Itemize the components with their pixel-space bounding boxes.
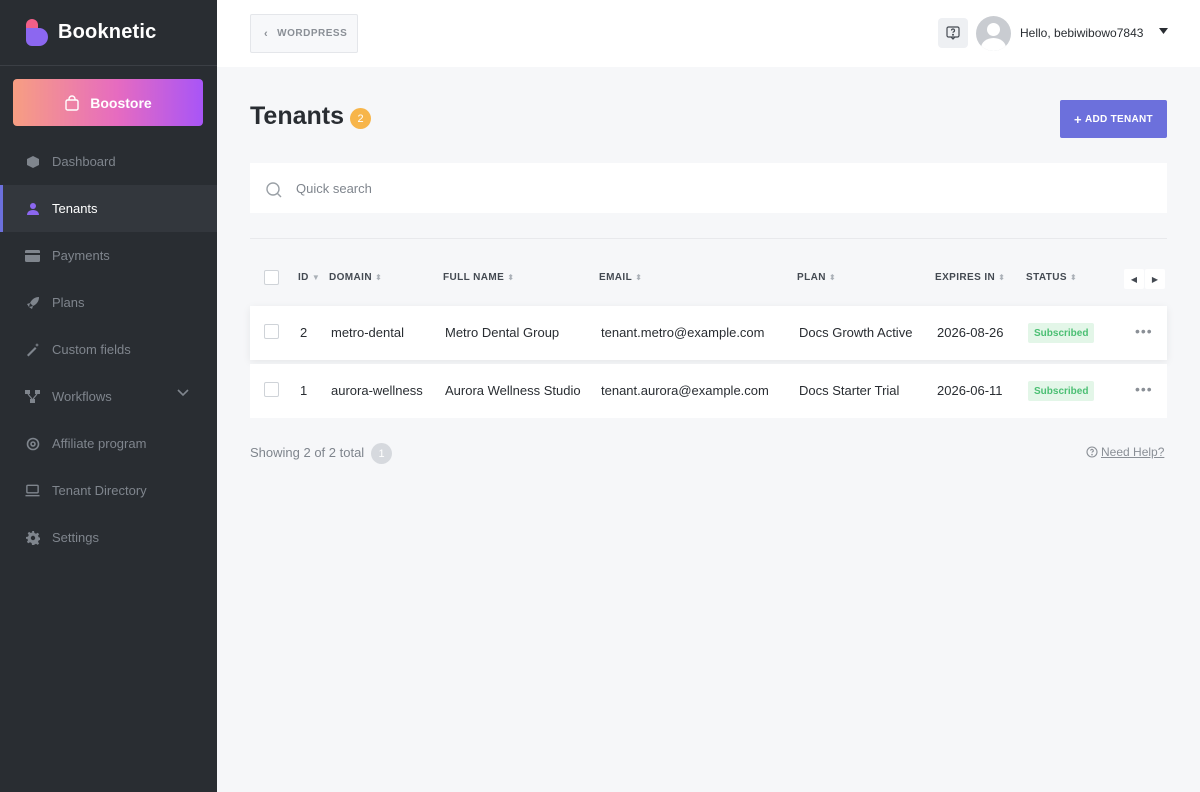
cell-email: tenant.aurora@example.com	[601, 383, 769, 398]
more-actions-icon[interactable]: •••	[1135, 323, 1153, 339]
magic-wand-icon	[25, 342, 40, 357]
row-checkbox[interactable]	[264, 324, 279, 339]
sidebar-item-label: Payments	[52, 248, 110, 263]
brand[interactable]: Booknetic	[0, 0, 217, 66]
table-row[interactable]: 2 metro-dental Metro Dental Group tenant…	[250, 306, 1167, 360]
question-circle-icon	[1086, 446, 1098, 458]
row-checkbox[interactable]	[264, 382, 279, 397]
sidebar: Booknetic Boostore Dashboard Tenants Pay…	[0, 0, 217, 792]
column-header-domain[interactable]: DOMAIN ⬍	[329, 272, 382, 283]
cell-email: tenant.metro@example.com	[601, 325, 765, 340]
need-help-link[interactable]: Need Help?	[1086, 445, 1164, 459]
table-row[interactable]: 1 aurora-wellness Aurora Wellness Studio…	[250, 364, 1167, 418]
sidebar-item-label: Settings	[52, 530, 99, 545]
column-header-id[interactable]: ID ▼	[298, 272, 320, 283]
more-actions-icon[interactable]: •••	[1135, 381, 1153, 397]
search-icon	[266, 182, 282, 198]
sidebar-item-dashboard[interactable]: Dashboard	[0, 138, 217, 185]
sidebar-item-label: Custom fields	[52, 342, 131, 357]
cell-plan: Docs Starter Trial	[799, 383, 900, 398]
pagination-page-button[interactable]: 1	[371, 443, 392, 464]
sidebar-item-label: Workflows	[52, 389, 112, 404]
sidebar-item-label: Dashboard	[52, 154, 116, 169]
page-title: Tenants	[250, 102, 344, 130]
sidebar-item-plans[interactable]: Plans	[0, 279, 217, 326]
booknetic-logo-icon	[26, 18, 48, 47]
user-greeting[interactable]: Hello, bebiwibowo7843	[1020, 26, 1143, 40]
target-icon	[25, 436, 40, 451]
showing-count-text: Showing 2 of 2 total	[250, 445, 365, 460]
column-header-status[interactable]: STATUS ⬍	[1026, 272, 1077, 283]
chevron-left-icon: ‹	[264, 27, 269, 40]
user-icon	[25, 201, 40, 216]
cell-plan: Docs Growth Active	[799, 325, 913, 340]
sidebar-item-label: Tenant Directory	[52, 483, 147, 498]
support-button[interactable]	[938, 18, 968, 48]
search-box	[250, 163, 1167, 213]
status-badge: Subscribed	[1028, 323, 1095, 343]
divider	[250, 238, 1167, 239]
sidebar-item-label: Affiliate program	[52, 436, 147, 451]
cell-domain: aurora-wellness	[331, 383, 423, 398]
sidebar-nav: Dashboard Tenants Payments Plans Custom …	[0, 138, 217, 561]
avatar[interactable]	[976, 16, 1011, 51]
cell-full-name: Metro Dental Group	[445, 325, 560, 340]
gear-icon	[25, 530, 40, 545]
sidebar-item-affiliate-program[interactable]: Affiliate program	[0, 420, 217, 467]
chevron-down-icon[interactable]	[177, 389, 189, 397]
cell-full-name: Aurora Wellness Studio	[445, 383, 581, 398]
sidebar-item-label: Plans	[52, 295, 85, 310]
sidebar-item-label: Tenants	[52, 201, 98, 216]
boostore-button[interactable]: Boostore	[13, 79, 203, 126]
cell-expires-in: 2026-06-11	[937, 383, 1003, 398]
column-header-full-name[interactable]: FULL NAME ⬍	[443, 272, 514, 283]
scroll-right-button[interactable]: ▶	[1145, 269, 1165, 289]
column-header-expires-in[interactable]: EXPIRES IN ⬍	[935, 272, 1005, 283]
scroll-left-button[interactable]: ◀	[1124, 269, 1144, 289]
help-chat-icon	[946, 26, 960, 40]
add-tenant-label: ADD TENANT	[1084, 113, 1153, 125]
caret-down-icon[interactable]	[1159, 28, 1168, 34]
search-input[interactable]	[296, 177, 1116, 199]
cell-id: 1	[300, 383, 308, 398]
select-all-checkbox[interactable]	[264, 270, 279, 285]
cell-expires-in: 2026-08-26	[937, 325, 1004, 340]
column-header-plan[interactable]: PLAN ⬍	[797, 272, 836, 283]
plus-icon: +	[1074, 111, 1082, 127]
sidebar-item-tenant-directory[interactable]: Tenant Directory	[0, 467, 217, 514]
dashboard-icon	[25, 154, 40, 169]
rocket-icon	[25, 295, 40, 310]
workflow-icon	[25, 389, 40, 404]
laptop-icon	[25, 483, 40, 498]
cell-id: 2	[300, 325, 308, 340]
wordpress-label: WORDPRESS	[277, 28, 348, 39]
sidebar-item-settings[interactable]: Settings	[0, 514, 217, 561]
status-badge: Subscribed	[1028, 381, 1095, 401]
need-help-label: Need Help?	[1101, 445, 1165, 459]
back-to-wordpress-button[interactable]: ‹ WORDPRESS	[250, 14, 358, 53]
tenant-count-badge: 2	[350, 108, 371, 129]
sidebar-item-tenants[interactable]: Tenants	[0, 185, 217, 232]
add-tenant-button[interactable]: + ADD TENANT	[1060, 100, 1167, 138]
boostore-label: Boostore	[90, 94, 152, 111]
shopping-bag-icon	[65, 94, 79, 111]
cell-domain: metro-dental	[331, 325, 404, 340]
column-header-email[interactable]: EMAIL ⬍	[599, 272, 642, 283]
brand-name: Booknetic	[58, 21, 157, 43]
sidebar-item-custom-fields[interactable]: Custom fields	[0, 326, 217, 373]
sidebar-item-workflows[interactable]: Workflows	[0, 373, 217, 420]
topbar: ‹ WORDPRESS Hello, bebiwibowo7843	[217, 0, 1200, 67]
sidebar-item-payments[interactable]: Payments	[0, 232, 217, 279]
credit-card-icon	[25, 248, 40, 263]
table-header: ID ▼ DOMAIN ⬍ FULL NAME ⬍ EMAIL ⬍ PLAN ⬍ EXPI…	[250, 262, 1167, 296]
